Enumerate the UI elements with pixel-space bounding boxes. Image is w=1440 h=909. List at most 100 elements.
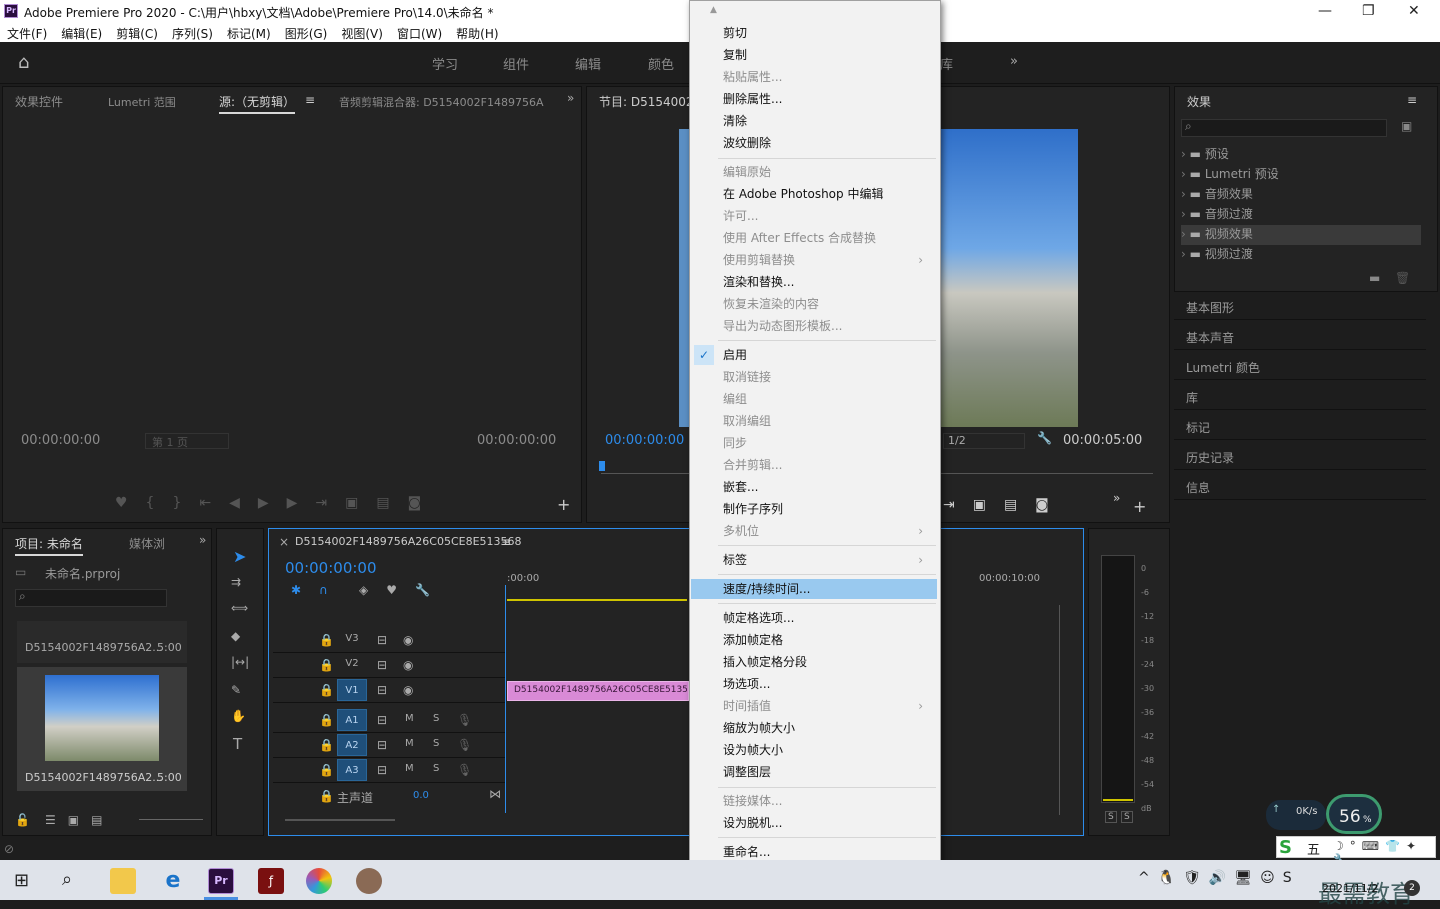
- project-item-2[interactable]: D5154002F1489756A2... 5:00: [17, 667, 187, 791]
- timeline-tool-icons[interactable]: ✱∩: [291, 583, 346, 597]
- menu-help[interactable]: 帮助(H): [449, 22, 505, 42]
- microphone-icon[interactable]: 🎙: [457, 713, 472, 727]
- menu-item-nest[interactable]: 嵌套...: [723, 477, 933, 497]
- menu-item-rename[interactable]: 重命名...: [723, 842, 933, 862]
- premiere-taskbar-icon[interactable]: Pr: [208, 868, 234, 894]
- effects-folder-video-effects[interactable]: › ▬ 视频效果: [1181, 225, 1421, 245]
- work-area-bar[interactable]: [507, 599, 687, 601]
- sequence-tab[interactable]: D5154002F1489756A26C05CE8E513568: [295, 535, 522, 548]
- track-select-tool-icon[interactable]: ⇉: [231, 575, 241, 589]
- tab-source[interactable]: 源:（无剪辑）: [219, 93, 296, 114]
- menu-item-clear[interactable]: 清除: [723, 111, 933, 131]
- film-icon[interactable]: ⊟: [377, 658, 387, 672]
- film-icon[interactable]: ⊟: [377, 713, 387, 727]
- menu-clip[interactable]: 剪辑(C): [109, 22, 165, 42]
- search-icon[interactable]: ⌕: [62, 869, 72, 890]
- ime-mode[interactable]: 五: [1307, 839, 1320, 858]
- effects-search-input[interactable]: [1181, 119, 1387, 137]
- video-clip[interactable]: D5154002F1489756A26C05CE8E5135: [507, 681, 689, 701]
- project-overflow-icon[interactable]: »: [199, 533, 206, 547]
- menu-item-enable[interactable]: 启用: [723, 345, 933, 365]
- timeline-playhead[interactable]: [505, 585, 506, 813]
- windows-start-icon[interactable]: ⊞: [14, 870, 29, 891]
- track-label[interactable]: A1: [337, 709, 367, 731]
- timeline-vertical-scrollbar[interactable]: [1059, 605, 1069, 815]
- menu-item-label[interactable]: 标签: [723, 550, 933, 570]
- track-label[interactable]: A2: [337, 734, 367, 756]
- lock-icon[interactable]: 🔒: [319, 763, 334, 777]
- lock-icon[interactable]: 🔒: [319, 683, 334, 697]
- menu-item-cut[interactable]: 剪切: [723, 23, 933, 43]
- avatar-app-icon[interactable]: [356, 868, 382, 894]
- menu-item-paste-attributes[interactable]: 粘贴属性...: [723, 67, 933, 87]
- menu-item-field-options[interactable]: 场选项...: [723, 674, 933, 694]
- sogou-icon[interactable]: S: [1279, 837, 1292, 858]
- menu-item-make-offline[interactable]: 设为脱机...: [723, 813, 933, 833]
- menu-item-make-subsequence[interactable]: 制作子序列: [723, 499, 933, 519]
- program-playhead[interactable]: [599, 461, 605, 471]
- solo-button[interactable]: S: [433, 713, 439, 724]
- solo-right-button[interactable]: S: [1121, 811, 1133, 823]
- ripple-edit-tool-icon[interactable]: ⟺: [231, 601, 248, 615]
- edge-browser-icon[interactable]: e: [160, 868, 186, 894]
- project-item-1[interactable]: D5154002F1489756A2... 5:00: [17, 621, 187, 663]
- jump-icon[interactable]: ⋈: [489, 787, 501, 801]
- mute-button[interactable]: M: [405, 763, 414, 774]
- panel-history[interactable]: 历史记录: [1174, 442, 1426, 470]
- tab-effect-controls[interactable]: 效果控件: [15, 93, 63, 110]
- source-transport-controls[interactable]: ♥{}⇤◀▶▶⇥▣▤◙: [115, 495, 439, 511]
- menu-item-license[interactable]: 许可...: [723, 206, 933, 226]
- project-search-input[interactable]: [15, 589, 167, 607]
- menu-marker[interactable]: 标记(M): [220, 22, 278, 42]
- film-icon[interactable]: ⊟: [377, 633, 387, 647]
- selection-tool-icon[interactable]: ➤: [233, 547, 246, 566]
- file-explorer-icon[interactable]: [110, 868, 136, 894]
- menu-edit[interactable]: 编辑(E): [54, 22, 109, 42]
- tab-lumetri-scopes[interactable]: Lumetri 范围: [108, 94, 176, 110]
- panel-essential-graphics[interactable]: 基本图形: [1174, 292, 1426, 320]
- panel-libraries[interactable]: 库: [1174, 382, 1426, 410]
- menu-item-replace-with-after-effects[interactable]: 使用 After Effects 合成替换: [723, 228, 933, 248]
- razor-tool-icon[interactable]: ◆: [231, 629, 240, 643]
- scroll-up-icon[interactable]: ▲: [710, 5, 717, 15]
- track-label[interactable]: V1: [337, 679, 367, 701]
- menu-item-remove-attributes[interactable]: 删除属性...: [723, 89, 933, 109]
- menu-item-copy[interactable]: 复制: [723, 45, 933, 65]
- menu-item-link-media[interactable]: 链接媒体...: [723, 791, 933, 811]
- restore-icon[interactable]: ❐: [1362, 3, 1375, 19]
- source-timecode[interactable]: 00:00:00:00: [21, 433, 100, 448]
- menu-item-edit-original[interactable]: 编辑原始: [723, 162, 933, 182]
- menu-item-time-interpolation[interactable]: 时间插值: [723, 696, 933, 716]
- wrench-icon[interactable]: 🔧: [1037, 431, 1052, 445]
- program-transport-controls[interactable]: ⇥▣▤◙: [943, 497, 1067, 513]
- solo-left-button[interactable]: S: [1105, 811, 1117, 823]
- panel-menu-icon[interactable]: ≡: [305, 93, 315, 107]
- menu-item-render-and-replace[interactable]: 渲染和替换...: [723, 272, 933, 292]
- sequence-menu-icon[interactable]: ≡: [501, 535, 511, 549]
- effects-folder-presets[interactable]: › ▬ 预设: [1181, 145, 1421, 165]
- lock-icon[interactable]: 🔒: [319, 738, 334, 752]
- master-volume[interactable]: 0.0: [413, 790, 429, 801]
- colorful-app-icon[interactable]: [306, 868, 332, 894]
- menu-view[interactable]: 视图(V): [334, 22, 390, 42]
- workspace-learn[interactable]: 学习: [432, 54, 458, 73]
- panel-lumetri-color[interactable]: Lumetri 颜色: [1174, 352, 1426, 380]
- timeline-zoom-scrollbar[interactable]: [285, 819, 395, 821]
- menu-item-adjustment-layer[interactable]: 调整图层: [723, 762, 933, 782]
- film-icon[interactable]: ⊟: [377, 763, 387, 777]
- menu-graphics[interactable]: 图形(G): [278, 22, 335, 42]
- workspace-assembly[interactable]: 组件: [503, 54, 529, 73]
- effects-title[interactable]: 效果: [1187, 93, 1211, 110]
- trash-icon[interactable]: 🗑: [1395, 271, 1410, 285]
- view-mode-icons[interactable]: ☰▣▤: [45, 813, 114, 827]
- add-button-icon[interactable]: +: [557, 495, 570, 514]
- effects-folder-lumetri-presets[interactable]: › ▬ Lumetri 预设: [1181, 165, 1421, 185]
- thumbnail-size-slider[interactable]: [139, 819, 203, 820]
- lock-icon[interactable]: 🔒: [319, 713, 334, 727]
- program-add-button-icon[interactable]: +: [1133, 497, 1146, 516]
- menu-item-insert-frame-hold-segment[interactable]: 插入帧定格分段: [723, 652, 933, 672]
- lock-icon[interactable]: 🔒: [319, 633, 334, 647]
- eye-icon[interactable]: ◉: [403, 633, 413, 647]
- home-icon[interactable]: ⌂: [18, 52, 29, 73]
- mute-button[interactable]: M: [405, 713, 414, 724]
